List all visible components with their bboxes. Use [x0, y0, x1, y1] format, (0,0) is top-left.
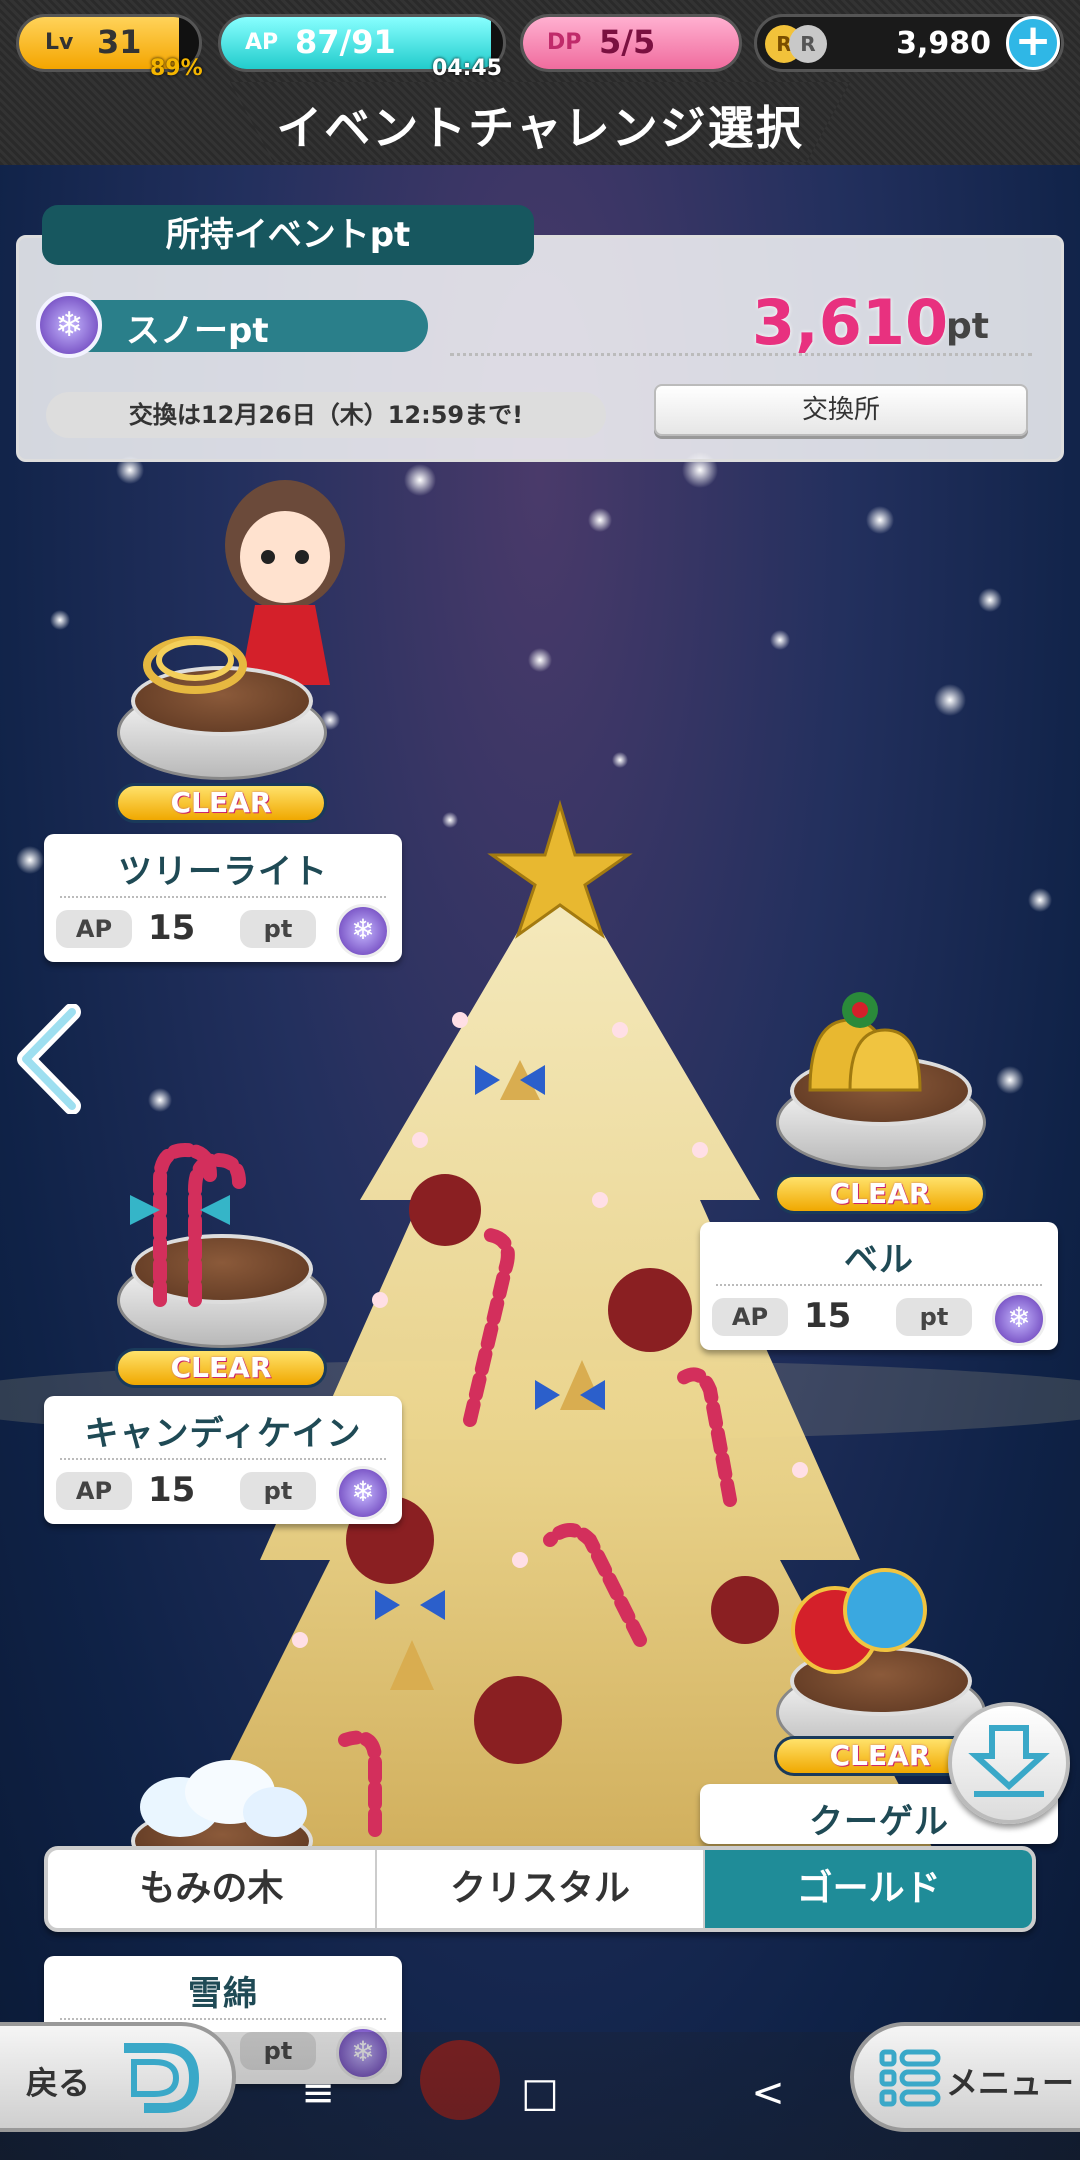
- ap-recovery-timer: 04:45: [432, 56, 503, 81]
- tab-crystal[interactable]: クリスタル: [377, 1850, 706, 1928]
- pt-label: pt: [896, 1298, 972, 1336]
- dp-indicator: DP 5/5: [520, 14, 742, 72]
- event-pt-unit: pt: [946, 306, 989, 347]
- currency-name: スノーpt: [126, 311, 269, 351]
- ap-cost-label: AP: [712, 1298, 788, 1336]
- tree-type-tabs: もみの木 クリスタル ゴールド: [44, 1846, 1036, 1932]
- ap-value: 87/91: [295, 23, 396, 61]
- level-exp-percent: 89%: [150, 56, 203, 81]
- kugel-ornament-icon: [791, 1568, 927, 1674]
- challenge-card[interactable]: ベル AP 15 pt ❄: [700, 1222, 1058, 1350]
- system-home-button[interactable]: □: [510, 2070, 570, 2116]
- ap-cost-value: 15: [148, 908, 196, 948]
- system-recents-button[interactable]: ≡: [288, 2070, 348, 2116]
- clear-badge: CLEAR: [115, 783, 327, 823]
- download-button[interactable]: [948, 1702, 1070, 1824]
- exchange-deadline: 交換は12月26日（木）12:59まで!: [46, 392, 606, 438]
- snowflake-icon: ❄: [336, 1466, 390, 1520]
- plus-icon: +: [1014, 15, 1052, 66]
- tree-light-item-icon: [143, 636, 247, 694]
- tab-gold[interactable]: ゴールド: [705, 1850, 1032, 1928]
- menu-list-icon: [879, 2049, 941, 2107]
- back-arrow-icon: [124, 2043, 200, 2113]
- event-pt-header: 所持イベントpt: [42, 205, 534, 265]
- level-value: 31: [97, 23, 142, 61]
- pt-label: pt: [240, 910, 316, 948]
- divider: [450, 353, 1032, 356]
- challenge-card[interactable]: ツリーライト AP 15 pt ❄: [44, 834, 402, 962]
- snowflake-icon: ❄: [992, 1292, 1046, 1346]
- chevron-left-icon[interactable]: [12, 1004, 84, 1114]
- ap-cost-label: AP: [56, 1472, 132, 1510]
- screen-title: イベントチャレンジ選択: [276, 101, 804, 155]
- level-label: Lv: [45, 30, 74, 55]
- menu-label: メニュー: [946, 2064, 1075, 2102]
- ap-cost-value: 15: [148, 1470, 196, 1510]
- bell-item-icon: [808, 992, 922, 1092]
- challenge-name: キャンディケイン: [84, 1414, 362, 1454]
- challenge-name: 雪綿: [188, 1974, 258, 2014]
- download-icon: [968, 1725, 1050, 1797]
- exchange-shop-button[interactable]: 交換所: [654, 384, 1028, 436]
- ap-cost-label: AP: [56, 910, 132, 948]
- silver-coin-icon: R: [789, 25, 827, 63]
- ap-cost-value: 15: [804, 1296, 852, 1336]
- clear-badge: CLEAR: [115, 1348, 327, 1388]
- coin-value: 3,980: [896, 26, 991, 61]
- tab-fir[interactable]: もみの木: [48, 1850, 377, 1928]
- system-back-button[interactable]: <: [738, 2070, 798, 2116]
- challenge-card[interactable]: キャンディケイン AP 15 pt ❄: [44, 1396, 402, 1524]
- pt-label: pt: [240, 1472, 316, 1510]
- add-coin-button[interactable]: +: [1006, 16, 1060, 70]
- snowflake-icon: ❄: [36, 292, 102, 358]
- event-pt-value: 3,610: [752, 286, 949, 359]
- challenge-name: ベル: [844, 1240, 914, 1280]
- challenge-name: ツリーライト: [118, 852, 328, 892]
- candy-cane-item-icon: [130, 1142, 246, 1307]
- ap-label: AP: [245, 30, 279, 55]
- dp-value: 5/5: [599, 23, 656, 61]
- back-label: 戻る: [26, 2064, 91, 2102]
- dp-label: DP: [547, 30, 582, 55]
- snowflake-icon: ❄: [336, 904, 390, 958]
- clear-badge: CLEAR: [774, 1174, 986, 1214]
- cotton-snow-item-icon: [140, 1760, 307, 1837]
